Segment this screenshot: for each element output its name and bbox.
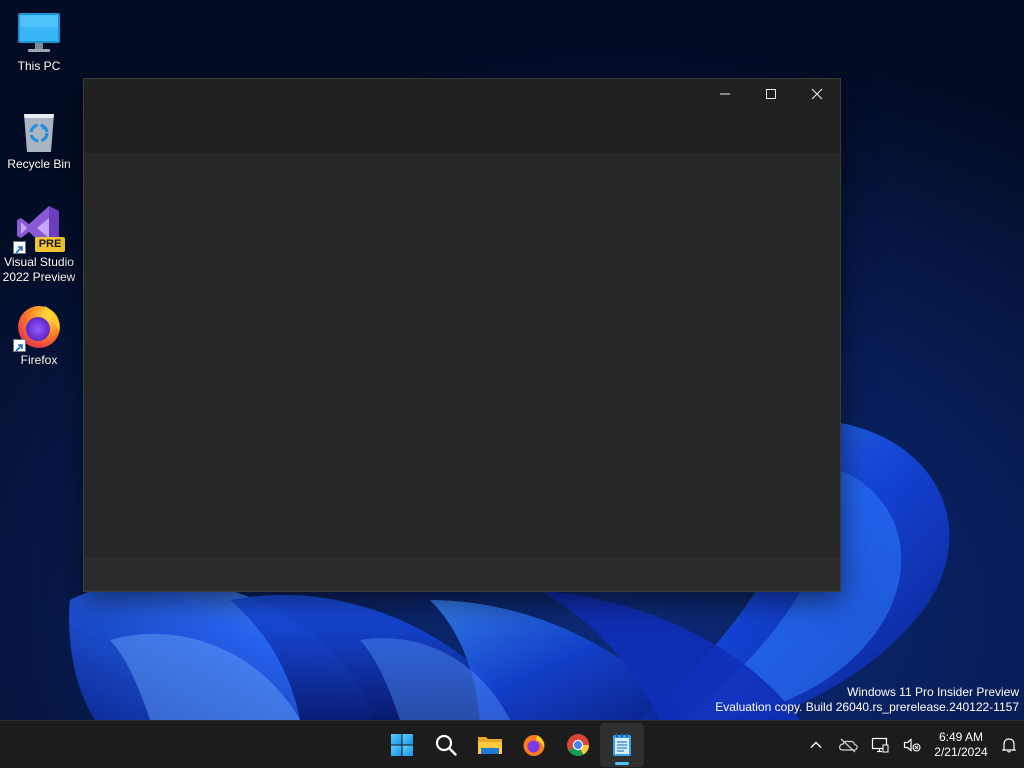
window-caption-buttons [702, 79, 840, 109]
taskbar-firefox[interactable] [512, 723, 556, 767]
onedrive-offline-icon [839, 738, 858, 753]
taskbar-apps [380, 723, 644, 767]
chevron-up-icon [810, 741, 822, 748]
window-toolbar-area [84, 113, 840, 153]
this-pc-icon [15, 8, 63, 56]
system-tray: 6:49 AM 2/21/2024 [800, 721, 1024, 768]
preview-badge: PRE [35, 237, 65, 252]
close-button[interactable] [794, 79, 840, 109]
recycle-bin-icon [15, 106, 63, 154]
network-button[interactable] [864, 721, 896, 768]
maximize-icon [766, 89, 776, 99]
visual-studio-preview-icon: PRE [13, 204, 65, 254]
file-explorer-icon [478, 737, 502, 754]
firefox-icon [523, 735, 545, 756]
taskbar-chrome[interactable] [556, 723, 600, 767]
bell-icon [1001, 738, 1017, 753]
windows-start-icon [391, 734, 413, 756]
desktop-icon-label: Visual Studio 2022 Preview [2, 255, 76, 284]
taskbar-notepad[interactable] [600, 723, 644, 767]
desktop-icon-recycle-bin[interactable]: Recycle Bin [2, 106, 76, 172]
minimize-icon [720, 93, 730, 95]
search-icon [435, 734, 457, 756]
notifications-button[interactable] [994, 721, 1024, 768]
watermark-build: Evaluation copy. Build 26040.rs_prerelea… [715, 700, 1019, 714]
notepad-icon [613, 733, 631, 756]
volume-muted-icon [903, 738, 921, 752]
clock-button[interactable]: 6:49 AM 2/21/2024 [928, 730, 994, 760]
title-bar[interactable] [84, 79, 840, 113]
minimize-button[interactable] [702, 79, 748, 109]
window-status-bar [84, 558, 840, 591]
shortcut-arrow-icon [13, 339, 26, 352]
clock-date: 2/21/2024 [934, 745, 988, 759]
desktop-icon-firefox[interactable]: Firefox [2, 302, 76, 368]
show-hidden-icons-button[interactable] [800, 721, 832, 768]
shortcut-arrow-icon [13, 241, 26, 254]
chrome-icon [567, 734, 589, 756]
desktop-icon-label: Recycle Bin [7, 157, 71, 171]
app-window[interactable] [83, 78, 841, 592]
maximize-button[interactable] [748, 79, 794, 109]
desktop-icon-visual-studio[interactable]: PRE Visual Studio 2022 Preview [2, 204, 76, 285]
desktop-icon-label: This PC [17, 59, 61, 73]
clock-time: 6:49 AM [938, 730, 984, 744]
taskbar: 6:49 AM 2/21/2024 [0, 720, 1024, 768]
onedrive-button[interactable] [832, 721, 864, 768]
window-content-area[interactable] [84, 153, 840, 558]
start-button[interactable] [380, 723, 424, 767]
volume-button[interactable] [896, 721, 928, 768]
search-button[interactable] [424, 723, 468, 767]
network-icon [871, 737, 889, 753]
evaluation-watermark: Windows 11 Pro Insider Preview Evaluatio… [715, 685, 1019, 715]
taskbar-file-explorer[interactable] [468, 723, 512, 767]
watermark-edition: Windows 11 Pro Insider Preview [847, 685, 1019, 699]
close-icon [811, 88, 823, 100]
desktop-icon-this-pc[interactable]: This PC [2, 8, 76, 74]
active-app-indicator [615, 762, 629, 765]
firefox-icon [13, 302, 63, 352]
desktop-icon-label: Firefox [20, 353, 58, 367]
